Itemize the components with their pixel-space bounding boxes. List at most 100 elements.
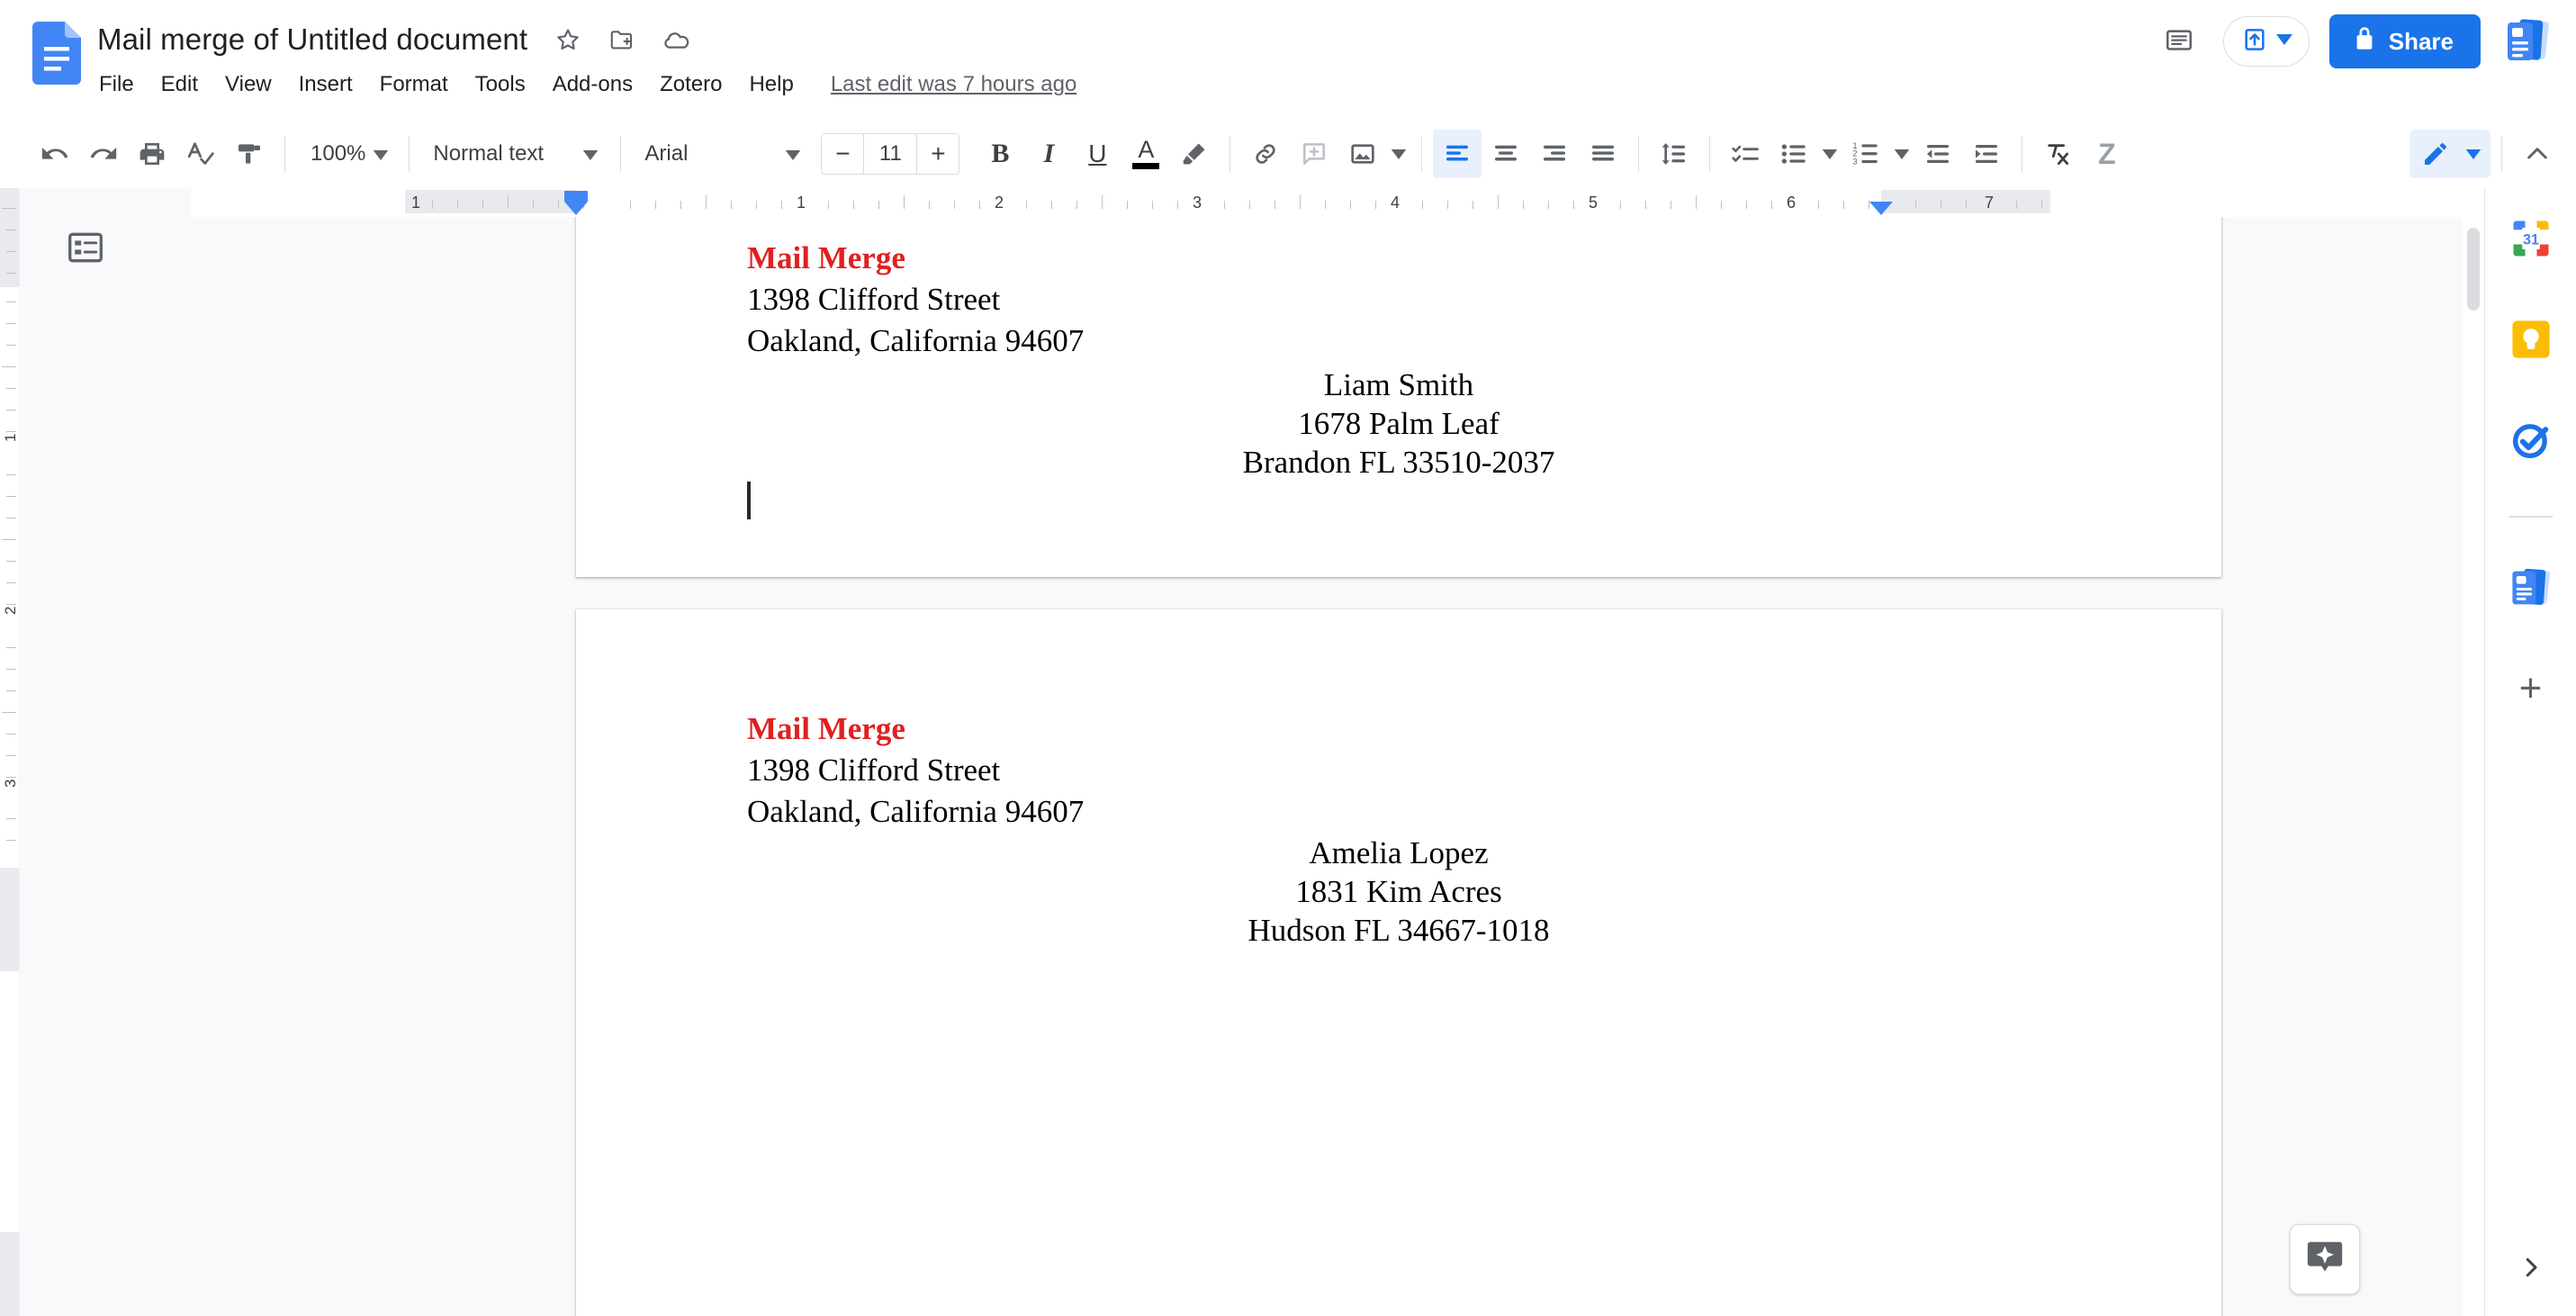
- link-icon[interactable]: [1241, 130, 1290, 178]
- ruler-number: 2: [994, 194, 1004, 212]
- menu-item-edit[interactable]: Edit: [148, 68, 212, 101]
- menu-item-help[interactable]: Help: [735, 68, 806, 101]
- sender-title: Mail Merge: [747, 711, 905, 746]
- zotero-label: Z: [2098, 137, 2116, 170]
- recipient-address-block[interactable]: Amelia Lopez 1831 Kim Acres Hudson FL 34…: [576, 834, 2221, 950]
- menu-bar: File Edit View Insert Format Tools Add-o…: [97, 68, 1076, 101]
- bold-button[interactable]: B: [976, 130, 1024, 178]
- font-size-decrease-button[interactable]: −: [822, 134, 863, 174]
- document-workspace: 1 2 3 1 1 2 3 4 5 6 7 Mail Merge 1398 Cl…: [0, 188, 2576, 1316]
- redo-icon[interactable]: [79, 130, 128, 178]
- upload-button[interactable]: [2222, 16, 2310, 67]
- checklist-icon[interactable]: [1721, 130, 1770, 178]
- right-indent-marker[interactable]: [1869, 202, 1893, 215]
- font-size-increase-button[interactable]: +: [917, 134, 959, 174]
- vertical-ruler[interactable]: 1 2 3: [0, 188, 20, 1316]
- italic-button[interactable]: I: [1024, 130, 1073, 178]
- move-to-folder-icon[interactable]: [607, 24, 637, 55]
- sender-address-block[interactable]: Mail Merge 1398 Clifford Street Oakland,…: [747, 238, 1084, 362]
- text-color-swatch: [1132, 163, 1160, 170]
- zotero-button[interactable]: Z: [2082, 130, 2130, 178]
- ruler-number: 1: [410, 194, 421, 212]
- first-line-indent-marker[interactable]: [564, 202, 588, 215]
- last-edit-status[interactable]: Last edit was 7 hours ago: [831, 72, 1077, 97]
- page-title[interactable]: Mail merge of Untitled document: [97, 23, 527, 57]
- align-justify-icon[interactable]: [1579, 130, 1627, 178]
- underline-button[interactable]: U: [1073, 130, 1121, 178]
- undo-icon[interactable]: [31, 130, 79, 178]
- account-cards-icon[interactable]: [2500, 15, 2554, 68]
- insert-image-caret-icon[interactable]: [1387, 130, 1410, 178]
- comment-history-icon[interactable]: [2155, 17, 2203, 66]
- align-center-icon[interactable]: [1482, 130, 1530, 178]
- sender-city-state-zip: Oakland, California 94607: [747, 323, 1085, 358]
- bulleted-list-caret-icon[interactable]: [1818, 130, 1842, 178]
- vertical-scrollbar[interactable]: [2463, 217, 2484, 1316]
- print-icon[interactable]: [128, 130, 176, 178]
- share-button[interactable]: Share: [2328, 14, 2481, 68]
- numbered-list-icon[interactable]: 1 2 3: [1842, 130, 1890, 178]
- font-family-select[interactable]: Arial: [632, 130, 812, 178]
- editing-mode-button[interactable]: [2409, 130, 2490, 178]
- google-keep-icon[interactable]: [2504, 312, 2558, 366]
- recipient-address-block[interactable]: Liam Smith 1678 Palm Leaf Brandon FL 335…: [576, 365, 2221, 482]
- add-side-panel-app-button[interactable]: +: [2504, 662, 2558, 716]
- highlight-icon[interactable]: [1170, 130, 1219, 178]
- font-size-input[interactable]: 11: [863, 134, 918, 174]
- menu-item-zotero[interactable]: Zotero: [646, 68, 735, 101]
- upload-icon: [2240, 25, 2269, 59]
- scrollbar-thumb[interactable]: [2467, 228, 2480, 311]
- left-indent-marker[interactable]: [564, 191, 588, 202]
- zoom-value: 100%: [311, 141, 366, 166]
- edit-pencil-icon: [2411, 130, 2460, 178]
- add-comment-icon[interactable]: [1290, 130, 1338, 178]
- toolbar-divider: [1709, 136, 1711, 172]
- google-calendar-icon[interactable]: 31: [2504, 212, 2558, 266]
- clear-formatting-icon[interactable]: [2033, 130, 2082, 178]
- vertical-ruler-number: 2: [2, 606, 19, 615]
- spellcheck-icon[interactable]: [176, 130, 225, 178]
- google-tasks-icon[interactable]: [2504, 413, 2558, 467]
- menu-item-format[interactable]: Format: [366, 68, 462, 101]
- decrease-indent-icon[interactable]: [1914, 130, 1962, 178]
- line-spacing-icon[interactable]: [1650, 130, 1698, 178]
- pages-container: Mail Merge 1398 Clifford Street Oakland,…: [191, 217, 2484, 1316]
- sender-address-block[interactable]: Mail Merge 1398 Clifford Street Oakland,…: [747, 708, 1084, 833]
- align-left-icon[interactable]: [1433, 130, 1482, 178]
- paragraph-style-select[interactable]: Normal text: [420, 130, 609, 178]
- chevron-down-icon: [2275, 33, 2292, 50]
- menu-item-view[interactable]: View: [212, 68, 285, 101]
- document-page[interactable]: Mail Merge 1398 Clifford Street Oakland,…: [576, 217, 2221, 577]
- align-right-icon[interactable]: [1530, 130, 1579, 178]
- increase-indent-icon[interactable]: [1962, 130, 2011, 178]
- numbered-list-caret-icon[interactable]: [1890, 130, 1914, 178]
- text-color-button[interactable]: A: [1121, 130, 1170, 178]
- svg-text:31: 31: [2522, 232, 2538, 248]
- paint-format-icon[interactable]: [225, 130, 274, 178]
- menu-item-tools[interactable]: Tools: [462, 68, 539, 101]
- document-outline-icon[interactable]: [60, 222, 111, 273]
- sender-city-state-zip: Oakland, California 94607: [747, 794, 1085, 829]
- menu-item-file[interactable]: File: [97, 68, 148, 101]
- cloud-saved-icon[interactable]: [661, 24, 691, 55]
- google-docs-icon[interactable]: [32, 22, 81, 85]
- toolbar-divider: [620, 136, 622, 172]
- toolbar-right-group: [2409, 130, 2562, 178]
- explore-button[interactable]: [2290, 1224, 2360, 1294]
- google-contacts-icon[interactable]: [2504, 561, 2558, 615]
- ruler-number: 4: [1390, 194, 1401, 212]
- horizontal-ruler[interactable]: 1 1 2 3 4 5 6 7: [191, 188, 2484, 217]
- menu-item-add-ons[interactable]: Add-ons: [539, 68, 646, 101]
- insert-image-icon[interactable]: [1338, 130, 1387, 178]
- outline-column: [20, 188, 191, 1316]
- font-family-value: Arial: [644, 141, 689, 166]
- chevron-right-icon[interactable]: [2508, 1244, 2554, 1291]
- rail-divider: [2508, 516, 2553, 518]
- menu-item-insert[interactable]: Insert: [285, 68, 366, 101]
- collapse-toolbar-icon[interactable]: [2513, 130, 2562, 178]
- zoom-select[interactable]: 100%: [296, 130, 398, 178]
- star-icon[interactable]: [553, 24, 583, 55]
- bulleted-list-icon[interactable]: [1770, 130, 1818, 178]
- document-page[interactable]: Mail Merge 1398 Clifford Street Oakland,…: [576, 609, 2221, 1316]
- title-and-menus: Mail merge of Untitled document File Edi…: [97, 20, 1076, 101]
